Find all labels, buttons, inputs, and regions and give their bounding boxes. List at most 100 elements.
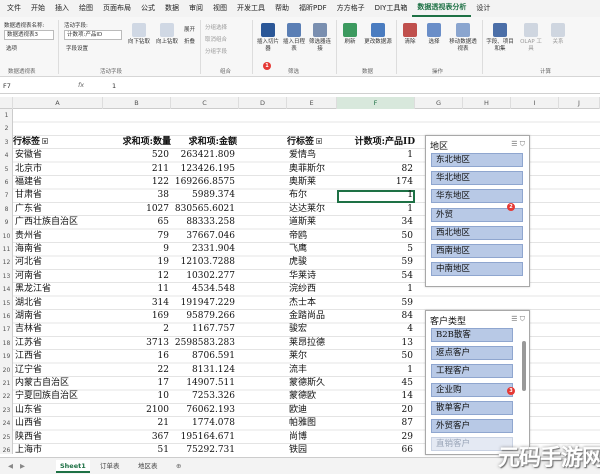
slicer-customer-item[interactable]: B2B散客	[431, 328, 513, 342]
slicer-region-item[interactable]: 华东地区	[431, 189, 523, 204]
right-table-brand[interactable]: 奥斯莱	[289, 176, 337, 189]
menu-help[interactable]: 帮助	[270, 0, 294, 17]
right-table-count[interactable]: 1	[337, 203, 413, 216]
column-header-j[interactable]: J	[559, 97, 600, 109]
left-table-qty[interactable]: 2	[101, 323, 169, 336]
column-header-d[interactable]: D	[239, 97, 287, 109]
row-header[interactable]: 10	[0, 230, 13, 243]
left-table-amount[interactable]: 195164.671	[171, 431, 235, 444]
row-header[interactable]: 1	[0, 109, 13, 122]
menu-developer[interactable]: 开发工具	[232, 0, 270, 17]
right-table-header-label[interactable]: 行标签 ▼	[287, 136, 337, 149]
menu-draw[interactable]: 绘图	[74, 0, 98, 17]
left-table-qty[interactable]: 1027	[101, 203, 169, 216]
left-table-amount[interactable]: 5989.374	[171, 189, 235, 202]
left-table-qty[interactable]: 12	[101, 270, 169, 283]
left-table-qty[interactable]: 169	[101, 310, 169, 323]
fields-items-sets-button[interactable]: 字段、项目和集	[486, 23, 514, 53]
slicer-customer-item[interactable]: 返点客户	[431, 346, 513, 361]
column-header-b[interactable]: B	[103, 97, 171, 109]
row-header[interactable]: 22	[0, 390, 13, 403]
right-table-count[interactable]: 87	[337, 417, 413, 430]
row-header[interactable]: 23	[0, 404, 13, 417]
left-table-header-amount[interactable]: 求和项:金额	[171, 136, 237, 149]
row-header[interactable]: 8	[0, 203, 13, 216]
right-table-brand[interactable]: 骏宏	[289, 323, 337, 336]
add-sheet-icon[interactable]: ⊕	[172, 460, 185, 473]
left-table-region[interactable]: 山西省	[15, 417, 101, 430]
right-table-brand[interactable]: 虎骏	[289, 256, 337, 269]
left-table-region[interactable]: 安徽省	[15, 149, 101, 162]
row-header[interactable]: 18	[0, 337, 13, 350]
field-settings-button[interactable]: 字段设置	[66, 44, 88, 52]
row-header[interactable]: 19	[0, 350, 13, 363]
ungroup-button[interactable]: 取消组合	[205, 35, 227, 43]
menu-data[interactable]: 数据	[160, 0, 184, 17]
relationships-button[interactable]: 关系	[548, 23, 568, 46]
right-table-brand[interactable]: 尚博	[289, 431, 337, 444]
left-table-region[interactable]: 山东省	[15, 404, 101, 417]
row-header[interactable]: 16	[0, 310, 13, 323]
row-header[interactable]: 6	[0, 176, 13, 189]
left-table-header-qty[interactable]: 求和项:数量	[101, 136, 171, 149]
left-table-qty[interactable]: 3713	[101, 337, 169, 350]
menu-diy-toolbox[interactable]: DIY工具箱	[370, 0, 413, 17]
column-header-h[interactable]: H	[463, 97, 511, 109]
row-header[interactable]: 21	[0, 377, 13, 390]
menu-page-layout[interactable]: 页面布局	[98, 0, 136, 17]
left-table-amount[interactable]: 95879.266	[171, 310, 235, 323]
left-table-region[interactable]: 贵州省	[15, 230, 101, 243]
right-table-count[interactable]: 66	[337, 444, 413, 454]
olap-tools-button[interactable]: OLAP 工具	[518, 23, 544, 53]
menu-insert[interactable]: 插入	[50, 0, 74, 17]
right-table-count[interactable]: 34	[337, 216, 413, 229]
right-table-brand[interactable]: 华莱诗	[289, 270, 337, 283]
left-table-amount[interactable]: 7253.326	[171, 390, 235, 403]
multi-select-icon[interactable]: ☰ ⛉	[511, 140, 525, 149]
change-source-button[interactable]: 更改数据源	[364, 23, 392, 46]
row-header[interactable]: 4	[0, 149, 13, 162]
right-table-count[interactable]: 50	[337, 350, 413, 363]
left-table-amount[interactable]: 1167.757	[171, 323, 235, 336]
left-table-region[interactable]: 甘肃省	[15, 189, 101, 202]
menu-view[interactable]: 视图	[208, 0, 232, 17]
right-table-brand[interactable]: 流丰	[289, 364, 337, 377]
left-table-qty[interactable]: 22	[101, 364, 169, 377]
row-header[interactable]: 26	[0, 444, 13, 457]
menu-foxit-pdf[interactable]: 福昕PDF	[294, 0, 332, 17]
expand-button[interactable]: 展开	[184, 25, 195, 33]
filter-connections-button[interactable]: 筛选器连接	[308, 23, 332, 53]
left-table-region[interactable]: 海南省	[15, 243, 101, 256]
slicer-customer-item[interactable]: 外贸客户	[431, 419, 513, 433]
select-button[interactable]: 选择	[424, 23, 444, 46]
right-table-brand[interactable]: 蒙德斯久	[289, 377, 337, 390]
right-table-count[interactable]: 54	[337, 270, 413, 283]
right-table-brand[interactable]: 莱尔	[289, 350, 337, 363]
menu-pivot-analyze[interactable]: 数据透视表分析	[412, 0, 472, 17]
name-box[interactable]: F7	[3, 82, 43, 90]
right-table-count[interactable]: 84	[337, 310, 413, 323]
left-table-amount[interactable]: 8131.124	[171, 364, 235, 377]
right-table-brand[interactable]: 蒙德欧	[289, 390, 337, 403]
slicer-region-item[interactable]: 西南地区	[431, 244, 523, 258]
left-table-region[interactable]: 陕西省	[15, 431, 101, 444]
row-header[interactable]: 5	[0, 163, 13, 176]
right-table-count[interactable]: 50	[337, 230, 413, 243]
tab-orders[interactable]: 订单表	[96, 460, 124, 473]
right-table-count[interactable]: 1	[337, 189, 413, 202]
menu-formulas[interactable]: 公式	[136, 0, 160, 17]
pivot-options-button[interactable]: 选项	[6, 44, 17, 52]
row-header[interactable]: 7	[0, 189, 13, 202]
slicer-region-item[interactable]: 中南地区	[431, 262, 523, 277]
right-table-brand[interactable]: 杰士本	[289, 297, 337, 310]
left-table-amount[interactable]: 123426.195	[171, 163, 235, 176]
left-table-qty[interactable]: 51	[101, 444, 169, 454]
left-table-region[interactable]: 河北省	[15, 256, 101, 269]
right-table-count[interactable]: 45	[337, 377, 413, 390]
left-table-qty[interactable]: 21	[101, 417, 169, 430]
fx-icon[interactable]: fx	[78, 81, 84, 89]
column-header-c[interactable]: C	[171, 97, 239, 109]
left-table-qty[interactable]: 79	[101, 230, 169, 243]
filter-dropdown-icon[interactable]: ▼	[316, 138, 323, 145]
right-table-brand[interactable]: 爱情鸟	[289, 149, 337, 162]
